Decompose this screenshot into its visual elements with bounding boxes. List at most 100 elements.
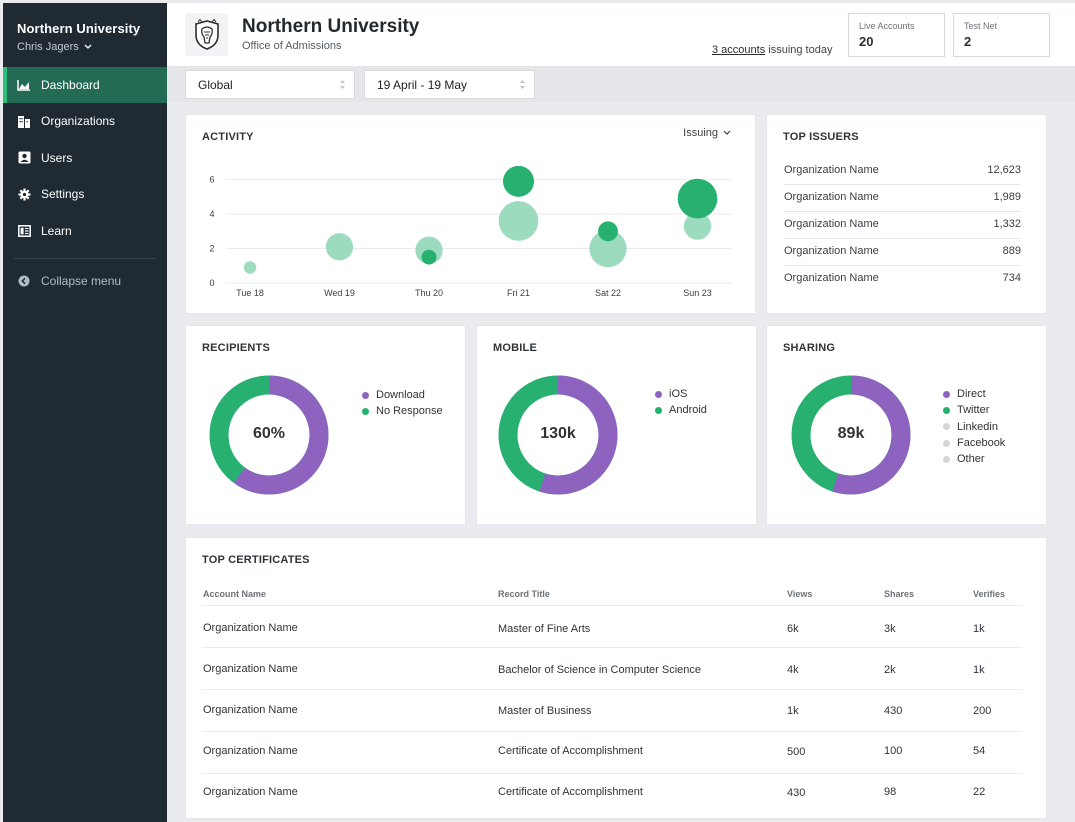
issuer-row[interactable]: Organization Name 734 xyxy=(784,272,1021,284)
row-divider xyxy=(784,238,1021,239)
column-header-verifies[interactable]: Verifies xyxy=(973,589,1005,599)
bubble-light[interactable] xyxy=(498,201,539,241)
cell-shares: 2k xyxy=(884,664,896,676)
x-tick-label: Sun 23 xyxy=(683,288,712,298)
sidebar-item-label: Learn xyxy=(41,223,72,238)
cell-shares: 98 xyxy=(884,786,897,798)
sidebar-item-label: Users xyxy=(41,150,73,165)
column-header-shares[interactable]: Shares xyxy=(884,589,914,599)
legend-dot xyxy=(943,390,950,398)
activity-metric-dropdown[interactable]: Issuing xyxy=(683,127,731,139)
issuing-accounts-link[interactable]: 3 accounts xyxy=(712,44,765,56)
issuer-value: 12,623 xyxy=(987,164,1021,176)
sidebar-divider xyxy=(14,258,156,259)
user-menu[interactable]: Chris Jagers xyxy=(17,41,153,53)
column-header-views[interactable]: Views xyxy=(787,589,812,599)
updown-arrow-icon xyxy=(340,80,345,89)
legend-label: Download xyxy=(376,389,425,402)
issuer-row[interactable]: Organization Name 889 xyxy=(784,245,1021,257)
bubble-light[interactable] xyxy=(243,261,257,274)
legend-label: Facebook xyxy=(957,437,1006,450)
sidebar-item-users[interactable]: Users xyxy=(3,140,167,177)
legend-label: No Response xyxy=(376,405,443,418)
y-tick-label: 2 xyxy=(209,244,214,254)
live-accounts-card[interactable]: Live Accounts 20 xyxy=(848,13,945,57)
activity-metric-value: Issuing xyxy=(683,127,718,139)
date-range-value: 19 April - 19 May xyxy=(377,78,468,92)
activity-bubble-chart: 0 2 4 6 Tue 18 Wed 19 Thu 20 Fri 21 Sat 22 Sun 23 xyxy=(209,165,732,298)
issuer-name: Organization Name xyxy=(784,245,879,257)
legend-item: No Response xyxy=(362,403,443,419)
issuing-text: issuing today xyxy=(765,44,833,56)
bubble-dark[interactable] xyxy=(421,249,437,265)
cell-views: 500 xyxy=(787,746,806,758)
recipients-center-value: 60% xyxy=(252,425,286,442)
mobile-legend: iOS Android xyxy=(655,386,707,419)
x-tick-label: Thu 20 xyxy=(415,288,443,298)
university-logo xyxy=(185,13,228,56)
sharing-center-value: 89k xyxy=(837,425,865,442)
issuer-name: Organization Name xyxy=(784,218,879,230)
bubble-dark[interactable] xyxy=(598,221,618,242)
y-tick-label: 6 xyxy=(209,175,214,185)
activity-title: ACTIVITY xyxy=(202,131,254,143)
legend-label: Android xyxy=(669,404,707,417)
issuer-value: 889 xyxy=(1002,245,1021,257)
test-net-card[interactable]: Test Net 2 xyxy=(953,13,1050,57)
legend-item: Other xyxy=(943,451,1005,467)
issuer-row[interactable]: Organization Name 12,623 xyxy=(784,164,1021,176)
row-divider xyxy=(784,184,1021,185)
cell-views: 430 xyxy=(787,787,806,799)
legend-dot xyxy=(655,406,662,414)
page-subtitle: Office of Admissions xyxy=(242,40,342,52)
legend-item: Linkedin xyxy=(943,419,1005,435)
sidebar-item-label: Dashboard xyxy=(41,78,100,92)
chevron-down-icon xyxy=(84,44,92,49)
cell-verifies: 1k xyxy=(973,623,985,635)
issuer-row[interactable]: Organization Name 1,989 xyxy=(784,191,1021,203)
bubble-dark[interactable] xyxy=(503,165,534,197)
issuer-row[interactable]: Organization Name 1,332 xyxy=(784,218,1021,230)
bubble-light[interactable] xyxy=(325,233,354,261)
column-header-account[interactable]: Account Name xyxy=(203,589,266,599)
issuer-value: 1,332 xyxy=(993,218,1021,230)
date-range-select[interactable]: 19 April - 19 May xyxy=(364,70,535,99)
top-header: Northern University Office of Admissions… xyxy=(167,3,1075,67)
issuer-name: Organization Name xyxy=(784,272,879,284)
sharing-title: SHARING xyxy=(783,342,836,354)
bubble-dark[interactable] xyxy=(677,178,718,219)
legend-dot xyxy=(943,439,950,447)
issuer-value: 1,989 xyxy=(993,191,1021,203)
cell-record: Certificate of Accomplishment xyxy=(498,786,643,798)
sidebar-item-settings[interactable]: Settings xyxy=(3,176,167,213)
collapse-menu-button[interactable]: Collapse menu xyxy=(3,263,167,300)
filter-bar: Global 19 April - 19 May xyxy=(167,67,1075,102)
row-divider xyxy=(202,647,1022,648)
sidebar-item-label: Organizations xyxy=(41,114,116,129)
column-header-record[interactable]: Record Title xyxy=(498,589,550,599)
y-tick-label: 4 xyxy=(209,209,214,219)
user-name: Chris Jagers xyxy=(17,41,79,53)
sidebar-item-learn[interactable]: Learn xyxy=(3,213,167,250)
stat-value: 2 xyxy=(964,34,972,49)
top-certificates-title: TOP CERTIFICATES xyxy=(202,554,310,566)
legend-dot xyxy=(362,407,369,415)
mobile-card: MOBILE 130k iOS Android xyxy=(476,325,757,525)
cell-record: Master of Business xyxy=(498,705,592,717)
sidebar-item-dashboard[interactable]: Dashboard xyxy=(3,67,167,103)
y-tick-label: 0 xyxy=(209,278,214,288)
sidebar-item-organizations[interactable]: Organizations xyxy=(3,103,167,140)
row-divider xyxy=(784,265,1021,266)
sidebar: Northern University Chris Jagers Dashboa… xyxy=(3,3,167,822)
legend-label: Direct xyxy=(957,388,986,401)
mobile-title: MOBILE xyxy=(493,342,537,354)
scope-select[interactable]: Global xyxy=(185,70,355,99)
row-divider xyxy=(784,211,1021,212)
legend-dot xyxy=(943,406,950,414)
legend-dot xyxy=(655,390,662,398)
stat-label: Live Accounts xyxy=(859,21,915,31)
cell-shares: 430 xyxy=(884,705,903,717)
cell-record: Master of Fine Arts xyxy=(498,623,591,635)
cell-shares: 100 xyxy=(884,745,903,757)
legend-item: Direct xyxy=(943,386,1005,402)
